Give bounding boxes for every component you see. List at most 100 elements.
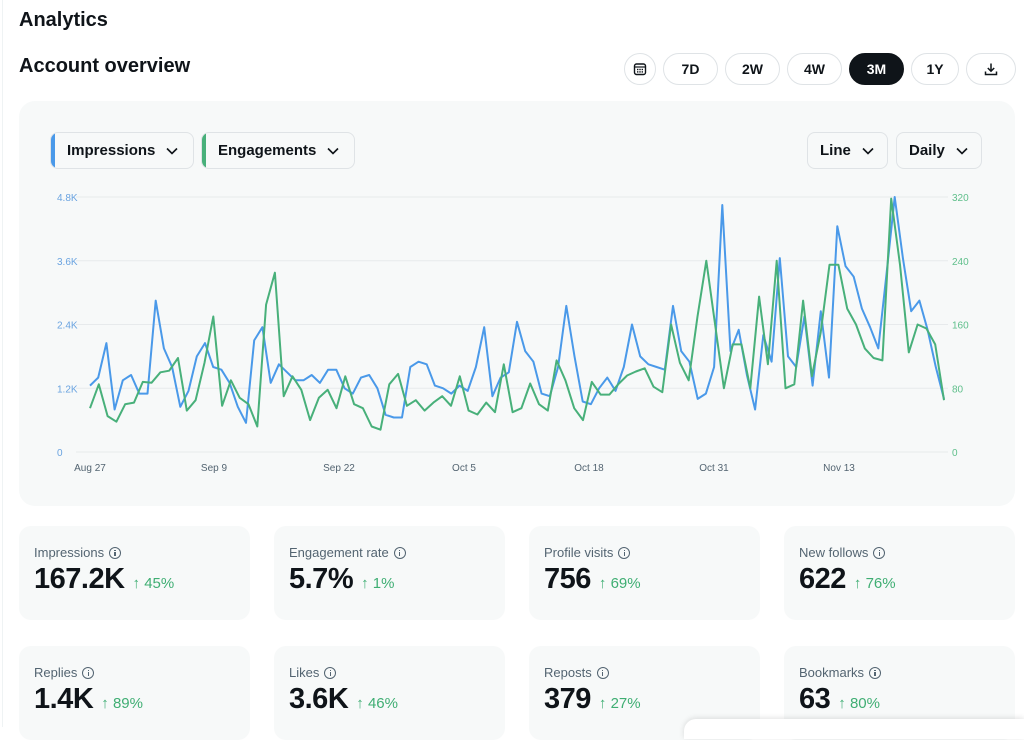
y-left-tick-label: 3.6K	[57, 257, 78, 268]
info-icon[interactable]	[324, 666, 337, 679]
series-line-engagements	[89, 197, 945, 431]
stat-delta-value: 1%	[372, 575, 395, 592]
stat-label-text: Bookmarks	[799, 665, 865, 680]
stat-value: 167.2K	[34, 563, 125, 595]
stat-value: 622	[799, 563, 846, 595]
stat-label: Engagement rate	[289, 545, 406, 560]
y-right-tick-label: 80	[952, 384, 964, 395]
stat-delta-value: 27%	[610, 695, 641, 712]
x-tick-label: Nov 13	[823, 463, 855, 474]
stat-delta: ↑ 45%	[133, 575, 175, 592]
line-chart: 0 0 1.2K 80 2.4K 160 3.6K 240 4.8K 320 Aug 27 Sep 9…	[57, 193, 969, 474]
stat-card[interactable]: Profile visits 756 ↑ 69%	[529, 526, 760, 620]
stat-delta-value: 45%	[144, 575, 175, 592]
calendar-button[interactable]	[624, 53, 656, 85]
range-7d-button[interactable]: 7D	[663, 53, 718, 85]
stat-label: Bookmarks	[799, 665, 882, 680]
arrow-up-icon: ↑	[853, 575, 862, 592]
stat-value-row: 3.6K ↑ 46%	[289, 683, 398, 716]
chart-card: Impressions Engagements Line Daily 0 0 1.2…	[19, 101, 1015, 506]
y-right-tick-label: 160	[952, 321, 969, 332]
stat-label-text: Engagement rate	[289, 545, 389, 560]
stat-delta-value: 46%	[367, 695, 398, 712]
y-right-tick-label: 240	[952, 257, 969, 268]
info-icon[interactable]	[618, 546, 631, 559]
stat-card[interactable]: Replies 1.4K ↑ 89%	[19, 646, 250, 740]
stat-delta: ↑ 46%	[356, 695, 398, 712]
stat-delta: ↑ 69%	[599, 575, 641, 592]
stat-value-row: 1.4K ↑ 89%	[34, 683, 143, 716]
stat-label: New follows	[799, 545, 886, 560]
y-right-tick-label: 0	[952, 448, 958, 459]
arrow-up-icon: ↑	[598, 695, 607, 712]
download-button[interactable]	[966, 53, 1016, 85]
arrow-up-icon: ↑	[361, 575, 369, 592]
stat-label-text: Profile visits	[544, 545, 614, 560]
arrow-up-icon: ↑	[101, 695, 109, 712]
info-icon[interactable]	[869, 666, 882, 679]
stat-card[interactable]: Engagement rate 5.7% ↑ 1%	[274, 526, 505, 620]
x-tick-label: Oct 31	[699, 463, 729, 474]
stat-label-text: New follows	[799, 545, 869, 560]
date-range-selector: 7D 2W 4W 3M 1Y	[624, 53, 1016, 85]
calendar-icon	[633, 63, 647, 76]
stat-value: 379	[544, 683, 591, 715]
stat-delta: ↑ 1%	[361, 575, 394, 592]
range-4w-button[interactable]: 4W	[787, 53, 842, 85]
range-1y-button[interactable]: 1Y	[911, 53, 959, 85]
arrow-up-icon: ↑	[838, 695, 846, 712]
stat-delta: ↑ 80%	[838, 695, 880, 712]
info-icon[interactable]	[109, 546, 122, 559]
stat-value-row: 622 ↑ 76%	[799, 563, 896, 596]
arrow-up-icon: ↑	[356, 695, 364, 712]
range-3m-button[interactable]: 3M	[849, 53, 904, 85]
stat-value: 756	[544, 563, 591, 595]
stat-value-row: 756 ↑ 69%	[544, 563, 641, 596]
stat-label-text: Replies	[34, 665, 78, 680]
overlay-panel	[684, 719, 1024, 739]
stat-value-row: 5.7% ↑ 1%	[289, 563, 394, 596]
stat-value: 1.4K	[34, 683, 94, 715]
arrow-up-icon: ↑	[132, 575, 141, 592]
stat-label: Replies	[34, 665, 95, 680]
page-left-border	[2, 0, 3, 727]
stat-label-text: Impressions	[34, 545, 105, 560]
x-tick-label: Oct 18	[574, 463, 604, 474]
y-left-tick-label: 4.8K	[57, 193, 78, 204]
y-left-tick-label: 1.2K	[57, 384, 78, 395]
stat-value: 3.6K	[289, 683, 349, 715]
stat-card[interactable]: Likes 3.6K ↑ 46%	[274, 646, 505, 740]
stat-label: Likes	[289, 665, 337, 680]
x-tick-label: Oct 5	[452, 463, 476, 474]
download-icon	[984, 63, 998, 76]
range-2w-button[interactable]: 2W	[725, 53, 780, 85]
stat-label: Impressions	[34, 545, 122, 560]
page-title: Analytics	[19, 9, 108, 31]
stat-delta: ↑ 76%	[854, 575, 896, 592]
x-tick-label: Aug 27	[74, 463, 106, 474]
info-icon[interactable]	[82, 666, 95, 679]
y-left-tick-label: 2.4K	[57, 321, 78, 332]
stat-delta-value: 69%	[610, 575, 641, 592]
info-icon[interactable]	[873, 546, 886, 559]
stat-label: Reposts	[544, 665, 609, 680]
section-title: Account overview	[19, 55, 191, 77]
stat-value-row: 379 ↑ 27%	[544, 683, 641, 716]
y-right-tick-label: 320	[952, 193, 969, 204]
stat-delta: ↑ 27%	[599, 695, 641, 712]
info-icon[interactable]	[596, 666, 609, 679]
stat-label-text: Likes	[289, 665, 320, 680]
stat-card[interactable]: New follows 622 ↑ 76%	[784, 526, 1015, 620]
stat-value-row: 63 ↑ 80%	[799, 683, 880, 716]
stat-delta-value: 80%	[849, 695, 880, 712]
stat-value: 63	[799, 683, 831, 715]
stat-delta: ↑ 89%	[101, 695, 143, 712]
info-icon[interactable]	[393, 546, 406, 559]
stat-delta-value: 89%	[112, 695, 143, 712]
stat-value-row: 167.2K ↑ 45%	[34, 563, 174, 596]
stat-delta-value: 76%	[865, 575, 896, 592]
stat-label-text: Reposts	[544, 665, 592, 680]
y-left-tick-label: 0	[57, 448, 63, 459]
series-line-impressions	[89, 196, 945, 424]
stat-card[interactable]: Impressions 167.2K ↑ 45%	[19, 526, 250, 620]
